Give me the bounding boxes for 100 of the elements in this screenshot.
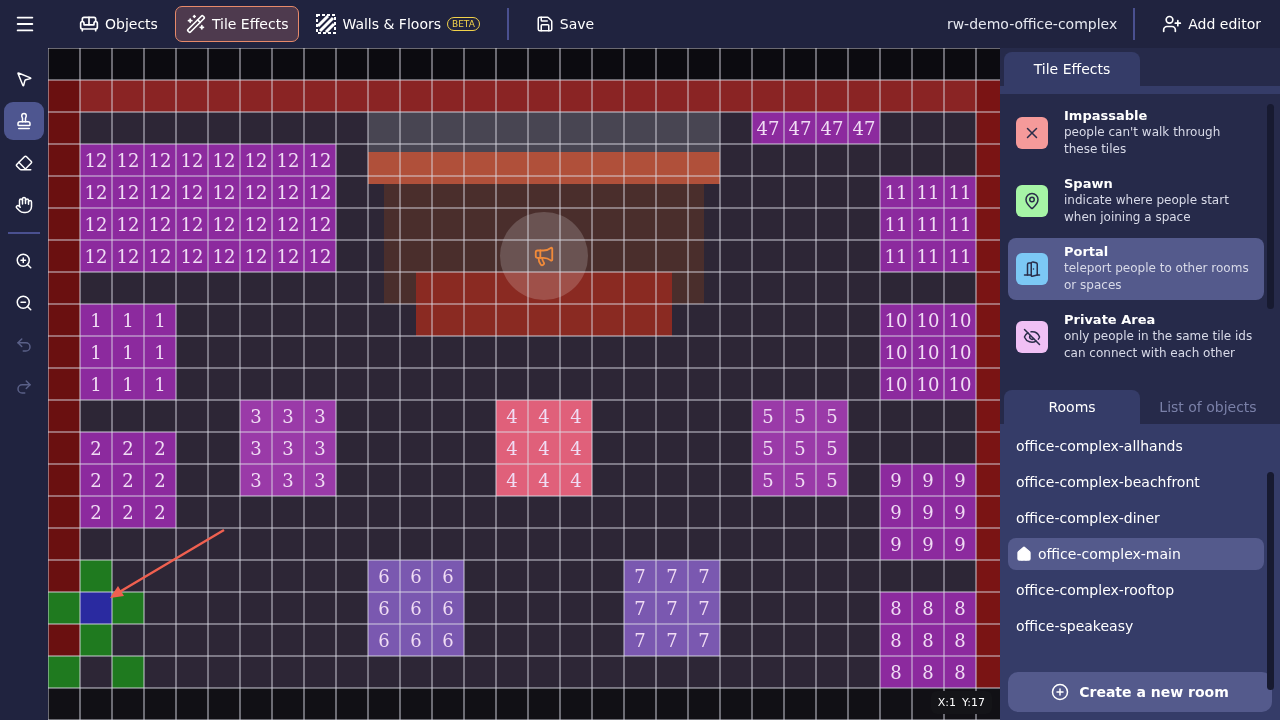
tile-effect-item[interactable]: Spawn indicate where people start when joining a space [1008,170,1264,232]
tile-effect-item[interactable]: Portal teleport people to other rooms or spaces [1008,238,1264,300]
private-area-tile: 8 [912,592,944,624]
tool-button[interactable] [4,102,44,140]
private-area-tile: 10 [912,304,944,336]
room-item[interactable]: office-complex-diner [1008,502,1264,534]
private-area-tile: 10 [912,368,944,400]
room-item[interactable]: office-complex-rooftop [1008,574,1264,606]
private-area-tile: 11 [944,240,976,272]
private-area-tile: 6 [432,624,464,656]
private-area-tile: 7 [624,592,656,624]
private-area-tile: 2 [144,464,176,496]
private-area-tile: 12 [272,144,304,176]
user-plus-icon [1162,14,1183,34]
private-area-tile: 12 [272,208,304,240]
private-area-tile: 5 [784,464,816,496]
private-area-tile: 9 [880,528,912,560]
tile-effect-item[interactable]: Impassable people can't walk through these tiles [1008,102,1264,164]
private-area-tile: 4 [496,464,528,496]
portal-tile [80,592,112,624]
private-area-tile: 10 [944,304,976,336]
private-area-tile: 7 [688,560,720,592]
private-area-tile: 7 [656,592,688,624]
private-area-tile: 3 [272,400,304,432]
private-area-tile: 12 [176,240,208,272]
private-area-tile: 10 [880,304,912,336]
private-area-tile: 2 [80,464,112,496]
private-area-tile: 11 [912,176,944,208]
private-area-tile: 10 [944,336,976,368]
tile-effect-item[interactable]: Private Area only people in the same tile ids can connect with each other [1008,306,1264,368]
x-coordinate: X:1 [937,696,957,709]
private-area-tile: 11 [944,208,976,240]
private-area-tile: 9 [880,464,912,496]
effect-description: teleport people to other rooms or spaces [1064,260,1250,294]
room-item[interactable]: office-complex-main [1008,538,1264,570]
panel-tab[interactable]: List of objects [1140,390,1276,424]
scrollbar[interactable] [1267,472,1274,690]
scrollbar[interactable] [1267,104,1274,309]
private-area-tile: 6 [400,624,432,656]
private-area-tile: 5 [752,432,784,464]
effect-description: indicate where people start when joining a space [1064,192,1230,226]
private-area-tile: 12 [176,144,208,176]
private-area-tile: 2 [144,496,176,528]
private-area-tile: 3 [304,464,336,496]
private-area-tile: 10 [880,336,912,368]
private-area-tile: 1 [80,336,112,368]
room-item[interactable]: office-complex-allhands [1008,430,1264,462]
private-area-tile: 12 [80,240,112,272]
private-area-tile: 9 [944,464,976,496]
private-area-tile: 11 [880,240,912,272]
private-area-tile: 4 [528,400,560,432]
private-area-tile: 6 [400,592,432,624]
private-area-tile: 9 [944,528,976,560]
add-editor-button[interactable]: Add editor [1151,6,1272,42]
private-area-tile: 9 [880,496,912,528]
spawn-tile [48,592,80,624]
private-area-tile: 8 [880,656,912,688]
private-area-tile: 4 [496,432,528,464]
private-area-tile: 11 [880,208,912,240]
private-area-tile: 5 [816,400,848,432]
private-area-tile: 3 [272,432,304,464]
private-area-tile: 4 [528,432,560,464]
private-area-tile: 12 [240,240,272,272]
spawn-tile [112,656,144,688]
private-area-tile: 12 [176,176,208,208]
create-room-button[interactable]: Create a new room [1008,672,1272,712]
room-item[interactable]: office-complex-beachfront [1008,466,1264,498]
private-area-tile: 6 [368,592,400,624]
private-area-tile: 1 [112,304,144,336]
private-area-tile: 9 [912,528,944,560]
private-area-tile: 7 [688,624,720,656]
private-area-tile: 12 [144,144,176,176]
private-area-tile: 12 [240,208,272,240]
effect-title: Spawn [1064,176,1114,191]
tile-effects-tab[interactable]: Tile Effects [1004,52,1140,86]
private-area-tile: 8 [912,624,944,656]
room-item[interactable]: office-speakeasy [1008,610,1264,642]
private-area-tile: 10 [944,368,976,400]
toolbar-tab[interactable]: Objects [68,6,169,42]
private-area-tile: 2 [112,432,144,464]
private-area-tile: 8 [944,624,976,656]
private-area-tile: 9 [912,496,944,528]
megaphone-icon [533,245,555,267]
private-area-tile: 2 [112,496,144,528]
toolbar-tab[interactable]: Tile Effects [174,6,300,42]
private-area-tile: 5 [816,432,848,464]
private-area-tile: 6 [368,624,400,656]
private-area-tile: 8 [880,624,912,656]
private-area-tile: 1 [80,368,112,400]
panel-tab[interactable]: Rooms [1004,390,1140,424]
save-button[interactable]: Save [524,6,606,42]
private-area-tile: 2 [80,432,112,464]
private-area-tile: 47 [784,112,816,144]
toolbar-tab[interactable]: Walls & Floors BETA [305,6,491,42]
private-area-tile: 5 [784,400,816,432]
private-area-tile: 1 [144,336,176,368]
private-area-tile: 3 [240,400,272,432]
effect-title: Private Area [1064,312,1157,327]
effect-title: Impassable [1064,108,1149,123]
private-area-tile: 10 [912,336,944,368]
